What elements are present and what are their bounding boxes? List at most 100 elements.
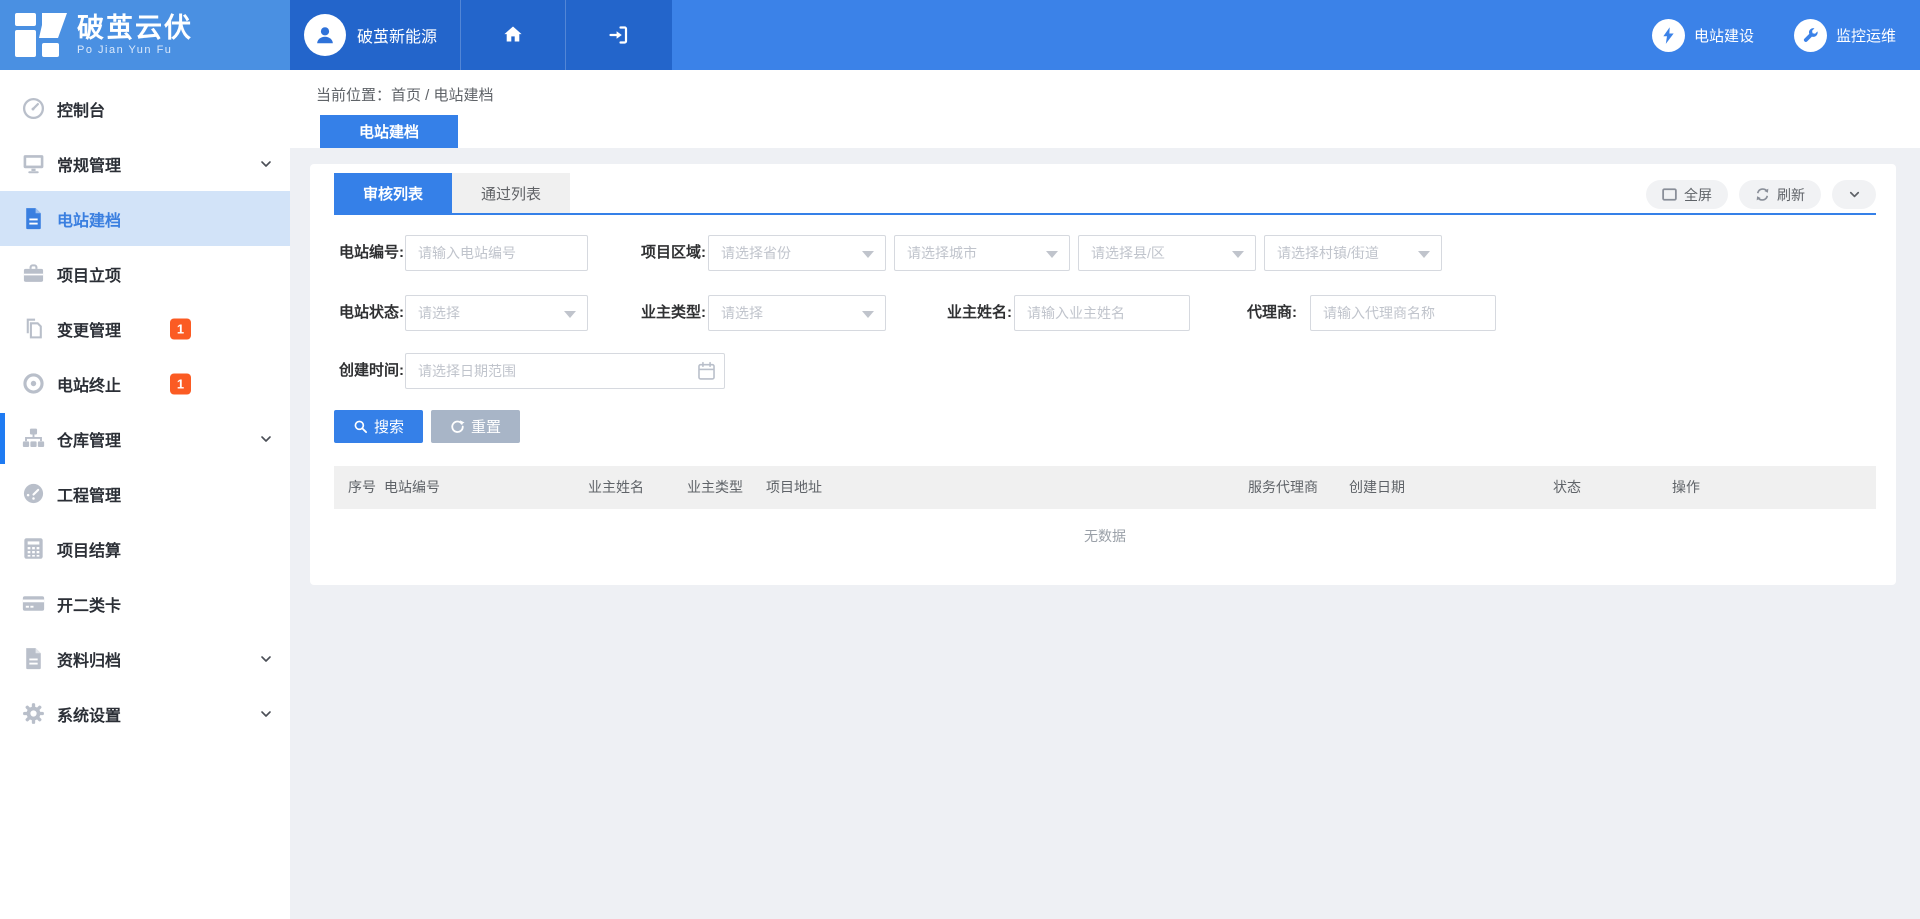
sidebar-item-station-archive[interactable]: 电站建档	[0, 191, 290, 246]
gear-icon	[21, 701, 46, 726]
lightning-icon	[1652, 19, 1685, 52]
sidebar-item-label: 资料归档	[57, 647, 121, 671]
col-project-address: 项目地址	[766, 466, 822, 509]
col-owner-type: 业主类型	[687, 466, 743, 509]
nav-monitor-ops[interactable]: 监控运维	[1794, 19, 1896, 52]
home-icon	[501, 23, 525, 47]
sidebar-item-label: 工程管理	[57, 482, 121, 506]
header-user-menu[interactable]: 破茧新能源	[290, 0, 460, 70]
owner-name-label: 业主姓名:	[932, 295, 1012, 331]
col-owner-name: 业主姓名	[588, 466, 644, 509]
town-select-placeholder: 请选择村镇/街道	[1277, 243, 1379, 263]
sidebar-item-project-initiation[interactable]: 项目立项	[0, 246, 290, 301]
caret-down-icon	[862, 251, 874, 258]
reset-button[interactable]: 重置	[431, 410, 520, 443]
app-root: 破茧云伏 Po Jian Yun Fu 破茧新能源	[0, 0, 1920, 919]
header-right-nav: 电站建设 监控运维	[1652, 0, 1896, 70]
province-select-placeholder: 请选择省份	[721, 243, 791, 263]
sidebar-item-label: 项目立项	[57, 262, 121, 286]
card-icon	[21, 591, 46, 616]
owner-type-placeholder: 请选择	[721, 303, 763, 323]
tab-underline	[334, 213, 1876, 215]
header-login-button[interactable]	[565, 0, 672, 70]
archive-icon	[21, 646, 46, 671]
col-create-date: 创建日期	[1349, 466, 1405, 509]
chevron-down-icon	[1847, 187, 1862, 202]
caret-down-icon	[1232, 251, 1244, 258]
login-icon	[607, 23, 631, 47]
station-status-label: 电站状态:	[334, 295, 404, 331]
dashboard-icon	[21, 96, 46, 121]
top-header: 破茧云伏 Po Jian Yun Fu 破茧新能源	[0, 0, 1920, 70]
collapse-button[interactable]	[1832, 180, 1876, 209]
sidebar-item-label: 仓库管理	[57, 427, 121, 451]
sidebar-item-label: 控制台	[57, 97, 105, 121]
search-button[interactable]: 搜索	[334, 410, 423, 443]
monitor-icon	[21, 151, 46, 176]
briefcase-icon	[21, 261, 46, 286]
sidebar-item-warehouse-mgmt[interactable]: 仓库管理	[0, 411, 290, 466]
panel-actions: 全屏 刷新	[1646, 180, 1876, 209]
breadcrumb-strip: 当前位置：首页 / 电站建档 电站建档	[290, 70, 1920, 148]
change-mgmt-badge: 1	[170, 318, 191, 339]
col-station-code: 电站编号	[384, 466, 440, 509]
sidebar-item-label: 常规管理	[57, 152, 121, 176]
town-select[interactable]: 请选择村镇/街道	[1264, 235, 1442, 271]
agent-input[interactable]	[1310, 295, 1496, 331]
create-time-label: 创建时间:	[334, 353, 404, 389]
breadcrumb-label: 当前位置：	[316, 87, 391, 104]
sitemap-icon	[21, 426, 46, 451]
header-home-button[interactable]	[460, 0, 565, 70]
refresh-button[interactable]: 刷新	[1739, 180, 1821, 209]
brand-logo: 破茧云伏 Po Jian Yun Fu	[0, 0, 290, 70]
station-code-input[interactable]	[405, 235, 588, 271]
city-select-placeholder: 请选择城市	[907, 243, 977, 263]
nav-station-build-label: 电站建设	[1694, 25, 1754, 46]
refresh-label: 刷新	[1777, 185, 1805, 205]
brand-subtitle: Po Jian Yun Fu	[77, 45, 193, 57]
county-select-placeholder: 请选择县/区	[1091, 243, 1165, 263]
station-code-label: 电站编号:	[334, 235, 404, 271]
col-actions: 操作	[1672, 466, 1700, 509]
sidebar-item-station-termination[interactable]: 电站终止 1	[0, 356, 290, 411]
sidebar-item-project-settlement[interactable]: 项目结算	[0, 521, 290, 576]
sidebar-item-engineering-mgmt[interactable]: 工程管理	[0, 466, 290, 521]
nav-station-build[interactable]: 电站建设	[1652, 19, 1754, 52]
tab-passed-list[interactable]: 通过列表	[452, 173, 570, 213]
chevron-down-icon	[258, 431, 274, 447]
sidebar-item-data-archive[interactable]: 资料归档	[0, 631, 290, 686]
sidebar-item-change-mgmt[interactable]: 变更管理 1	[0, 301, 290, 356]
owner-type-label: 业主类型:	[636, 295, 706, 331]
sidebar-item-console[interactable]: 控制台	[0, 81, 290, 136]
fullscreen-label: 全屏	[1684, 185, 1712, 205]
brand-logo-icon	[15, 13, 67, 57]
sidebar-item-label: 变更管理	[57, 317, 121, 341]
county-select[interactable]: 请选择县/区	[1078, 235, 1256, 271]
province-select[interactable]: 请选择省份	[708, 235, 886, 271]
station-status-select[interactable]: 请选择	[405, 295, 588, 331]
sidebar-item-system-settings[interactable]: 系统设置	[0, 686, 290, 741]
breadcrumb-path[interactable]: 首页 / 电站建档	[391, 87, 494, 104]
page-tab-station-archive[interactable]: 电站建档	[320, 115, 458, 148]
search-button-label: 搜索	[374, 416, 404, 437]
document-icon	[21, 206, 46, 231]
reset-icon	[450, 419, 465, 434]
owner-type-select[interactable]: 请选择	[708, 295, 886, 331]
owner-name-input[interactable]	[1014, 295, 1190, 331]
gauge-icon	[21, 481, 46, 506]
region-label: 项目区域:	[636, 235, 706, 271]
sidebar-item-type2-card[interactable]: 开二类卡	[0, 576, 290, 631]
caret-down-icon	[564, 311, 576, 318]
caret-down-icon	[1418, 251, 1430, 258]
fullscreen-button[interactable]: 全屏	[1646, 180, 1728, 209]
station-status-placeholder: 请选择	[418, 303, 460, 323]
sidebar-item-general-mgmt[interactable]: 常规管理	[0, 136, 290, 191]
col-status: 状态	[1553, 466, 1581, 509]
city-select[interactable]: 请选择城市	[894, 235, 1070, 271]
breadcrumb: 当前位置：首页 / 电站建档	[316, 84, 494, 105]
tab-review-list[interactable]: 审核列表	[334, 173, 452, 213]
create-time-range-input[interactable]	[405, 353, 725, 389]
avatar-icon	[304, 14, 346, 56]
table-header-row: 序号 电站编号 业主姓名 业主类型 项目地址 服务代理商 创建日期 状态 操作	[334, 466, 1876, 509]
calculator-icon	[21, 536, 46, 561]
